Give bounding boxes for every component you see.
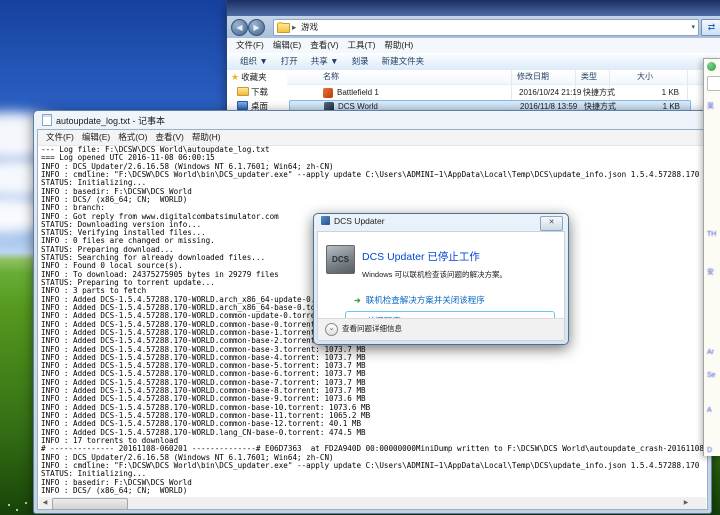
crash-dialog: DCS Updater ✕ DCS DCS Updater 已停止工作 Wind… (313, 213, 569, 345)
file-row-battlefield1[interactable]: Battlefield 1 2016/10/24 21:19 快捷方式 1 KB (289, 86, 691, 100)
scroll-right-icon[interactable]: ▶ (680, 497, 692, 509)
breadcrumb[interactable]: ▸ 游戏 ▾ (273, 19, 699, 36)
partial-side-window[interactable]: 吴 TH 安 Ar Se A D (703, 58, 720, 456)
chevron-down-icon[interactable]: ⌄ (325, 323, 338, 336)
toolbar-button[interactable]: 打开 (281, 53, 298, 70)
menu-item[interactable]: 查看(V) (310, 38, 338, 53)
menu-item[interactable]: 帮助(H) (384, 38, 413, 53)
explorer-window: ◀ ▶ ▸ 游戏 ▾ ⇄ 文件(F) 编辑(E) 查看(V) 工具(T) 帮助(H) 组… (226, 0, 720, 127)
side-window-text-fragment: 安 (707, 267, 714, 277)
side-window-text-fragment: 吴 (707, 101, 714, 111)
side-window-text-fragment: A (707, 407, 712, 414)
toolbar-button[interactable]: 新建文件夹 (382, 53, 425, 70)
notepad-icon (42, 114, 52, 126)
toolbar-button[interactable]: 共享 ▼ (311, 53, 339, 70)
menu-item[interactable]: 编辑(E) (82, 130, 110, 145)
horizontal-scrollbar[interactable]: ◀ ▶ (39, 497, 692, 509)
menu-item[interactable]: 查看(V) (155, 130, 183, 145)
desktop-icon (237, 101, 248, 110)
sidebar-item-downloads[interactable]: 下载 (227, 85, 287, 99)
side-window-box (707, 76, 720, 91)
column-type[interactable]: 类型 (581, 70, 597, 84)
side-window-text-fragment: Ar (707, 349, 714, 356)
menu-item[interactable]: 帮助(H) (192, 130, 221, 145)
column-date[interactable]: 修改日期 (517, 70, 549, 84)
notepad-titlebar[interactable]: autoupdate_log.txt - 记事本 (42, 114, 165, 127)
forward-button[interactable]: ▶ (248, 19, 265, 36)
dialog-content: DCS DCS Updater 已停止工作 Windows 可以联机检查该问题的… (317, 231, 565, 341)
breadcrumb-location[interactable]: 游戏 (301, 20, 318, 35)
scrollbar-corner (692, 497, 706, 509)
dialog-body-text: Windows 可以联机检查该问题的解决方案。 (362, 269, 507, 280)
wallpaper-flower (25, 502, 27, 504)
refresh-icon[interactable]: ⇄ (701, 19, 720, 36)
dialog-titlebar[interactable]: DCS Updater (321, 216, 385, 226)
menu-item[interactable]: 格式(O) (118, 130, 147, 145)
battlefield-icon (323, 88, 333, 98)
menu-item[interactable]: 编辑(E) (273, 38, 301, 53)
wallpaper-flower (16, 509, 18, 511)
side-window-text-fragment: TH (707, 231, 716, 238)
wallpaper-flower (8, 504, 10, 506)
explorer-titlebar[interactable] (227, 0, 720, 16)
side-window-text-fragment: D (707, 447, 712, 454)
dialog-heading: DCS Updater 已停止工作 (362, 249, 480, 264)
menu-item[interactable]: 工具(T) (348, 38, 376, 53)
folder-icon (237, 87, 249, 96)
close-icon[interactable]: ✕ (540, 216, 563, 231)
menu-item[interactable]: 文件(F) (46, 130, 74, 145)
desktop: ◀ ▶ ▸ 游戏 ▾ ⇄ 文件(F) 编辑(E) 查看(V) 工具(T) 帮助(H) 组… (0, 0, 720, 515)
log-line: INFO : DCS/ (x86_64; CN; WORLD) (41, 487, 706, 495)
dcs-updater-icon (321, 216, 330, 225)
explorer-toolbar: 组织 ▼ 打开共享 ▼ 刻录新建文件夹 (227, 53, 720, 71)
folder-icon (277, 23, 290, 33)
view-problem-details[interactable]: 查看问题详细信息 (342, 323, 402, 335)
side-window-text-fragment: Se (707, 372, 716, 379)
explorer-menubar: 文件(F) 编辑(E) 查看(V) 工具(T) 帮助(H) (227, 38, 720, 54)
dcs-app-icon: DCS (326, 245, 355, 274)
log-line: INFO : DCS/ (x86_64; CN; WORLD) (41, 196, 706, 204)
star-icon: ★ (231, 72, 239, 82)
check-online-solution-link[interactable]: ➜联机检查解决方案并关闭该程序 (354, 294, 485, 306)
column-name[interactable]: 名称 (323, 70, 339, 84)
arrow-icon: ➜ (354, 296, 361, 305)
back-button[interactable]: ◀ (231, 19, 248, 36)
column-headers: 名称 修改日期 类型 大小 (287, 70, 720, 85)
menu-item[interactable]: 文件(F) (236, 38, 264, 53)
notepad-title: autoupdate_log.txt - 记事本 (56, 116, 165, 126)
scroll-left-icon[interactable]: ◀ (39, 497, 51, 509)
sidebar-favorites[interactable]: ★收藏夹 (227, 70, 287, 84)
breadcrumb-dropdown-icon[interactable]: ▾ (691, 20, 695, 35)
toolbar-button[interactable]: 组织 ▼ (240, 53, 268, 70)
column-size[interactable]: 大小 (637, 70, 653, 84)
explorer-address-bar: ◀ ▶ ▸ 游戏 ▾ ⇄ (227, 16, 720, 38)
side-window-icon (707, 62, 716, 71)
scrollbar-thumb[interactable] (52, 498, 128, 510)
dialog-footer: ⌄ 查看问题详细信息 (318, 318, 564, 340)
breadcrumb-separator: ▸ (292, 20, 296, 35)
notepad-menubar: 文件(F) 编辑(E) 格式(O) 查看(V) 帮助(H) (38, 130, 707, 146)
toolbar-button[interactable]: 刻录 (352, 53, 369, 70)
